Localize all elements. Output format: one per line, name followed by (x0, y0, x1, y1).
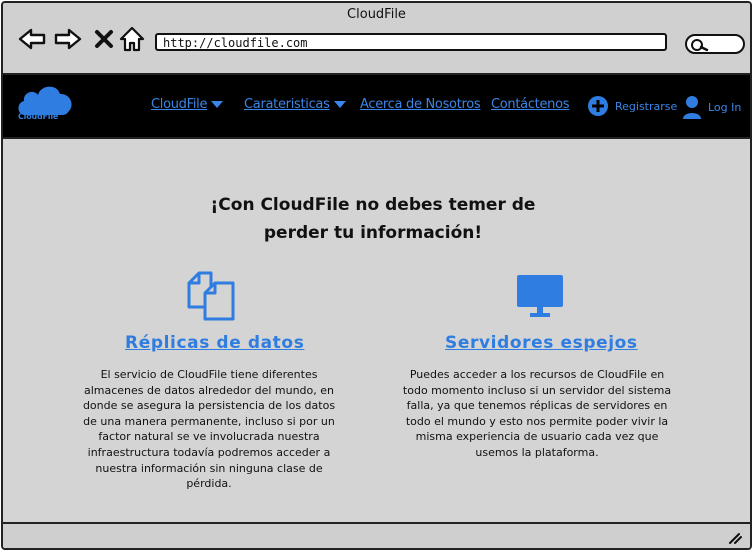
chevron-down-icon (211, 101, 224, 108)
feature-title-servidores[interactable]: Servidores espejos (445, 333, 638, 353)
nav-link-acerca[interactable]: Acerca de Nosotros (360, 97, 481, 112)
home-icon[interactable] (117, 24, 147, 54)
close-x-icon[interactable] (89, 24, 119, 54)
search-icon (691, 39, 709, 52)
browser-titlebar: CloudFile http://cloudfile.com (3, 3, 750, 75)
logo-text: CloudFile (18, 112, 59, 121)
nav-link-caracteristicas[interactable]: Carateristicas (244, 97, 346, 112)
feature-description-replicas: El servicio de CloudFile tiene diferente… (71, 367, 347, 492)
main-content: ¡Con CloudFile no debes temer de perder … (3, 137, 750, 527)
plus-circle-icon (588, 96, 608, 116)
text-line: almacenes de datos alrededor del mundo, … (83, 383, 334, 397)
text-line: Puedes acceder a los recursos de CloudFi… (409, 368, 665, 381)
browser-window: CloudFile http://cloudfile.com CloudFile… (1, 1, 752, 550)
text-line: nuestra información sin ninguna clase de (95, 461, 323, 475)
back-arrow-icon[interactable] (17, 24, 47, 54)
url-input[interactable]: http://cloudfile.com (155, 33, 667, 51)
register-label: Registrarse (615, 99, 678, 113)
site-navbar: CloudFile CloudFile Carateristicas Acerc… (3, 75, 750, 137)
text-line: todo momento incluso si un servidor del … (402, 383, 672, 397)
user-icon (683, 96, 701, 119)
text-line: de una manera permanente, incluso si por… (83, 414, 335, 428)
nav-link-label: CloudFile (151, 97, 208, 112)
forward-arrow-icon[interactable] (53, 24, 83, 54)
resize-grip-icon[interactable] (726, 530, 742, 544)
window-title: CloudFile (347, 7, 406, 22)
login-label: Log In (708, 100, 742, 114)
search-field[interactable] (685, 34, 745, 54)
text-line: factor natural se ve involucrada nuestra (98, 430, 320, 444)
text-line: misma experiencia de usuario cada vez qu… (415, 430, 659, 444)
status-bar (3, 522, 750, 548)
text-line: El servicio de CloudFile tiene diferente… (100, 368, 318, 381)
nav-link-cloudfile[interactable]: CloudFile (151, 97, 224, 112)
nav-link-contactenos[interactable]: Contáctenos (491, 97, 570, 112)
text-line: usemos la plataforma. (475, 445, 599, 459)
feature-title-replicas[interactable]: Réplicas de datos (125, 333, 304, 353)
text-line: pérdida. (186, 477, 232, 491)
register-button[interactable]: Registrarse (587, 95, 677, 117)
login-button[interactable]: Log In (682, 95, 741, 119)
headline-line: perder tu información! (263, 223, 483, 243)
copy-files-icon (187, 271, 235, 321)
chevron-down-icon (333, 101, 346, 108)
headline-line: ¡Con CloudFile no debes temer de (210, 195, 536, 215)
monitor-icon (517, 275, 563, 317)
feature-description-servidores: Puedes acceder a los recursos de CloudFi… (387, 367, 687, 461)
text-line: donde se asegura la persistencia de los … (82, 399, 336, 413)
text-line: falla, ya que tenemos réplicas de servid… (406, 399, 668, 413)
page-headline: ¡Con CloudFile no debes temer de perder … (193, 191, 553, 247)
text-line: infraestructura todavía podremos acceder… (87, 445, 331, 459)
cloudfile-logo[interactable] (15, 81, 75, 129)
text-line: todo el mundo y esto nos permite poder v… (405, 414, 669, 428)
nav-link-label: Carateristicas (244, 97, 330, 112)
